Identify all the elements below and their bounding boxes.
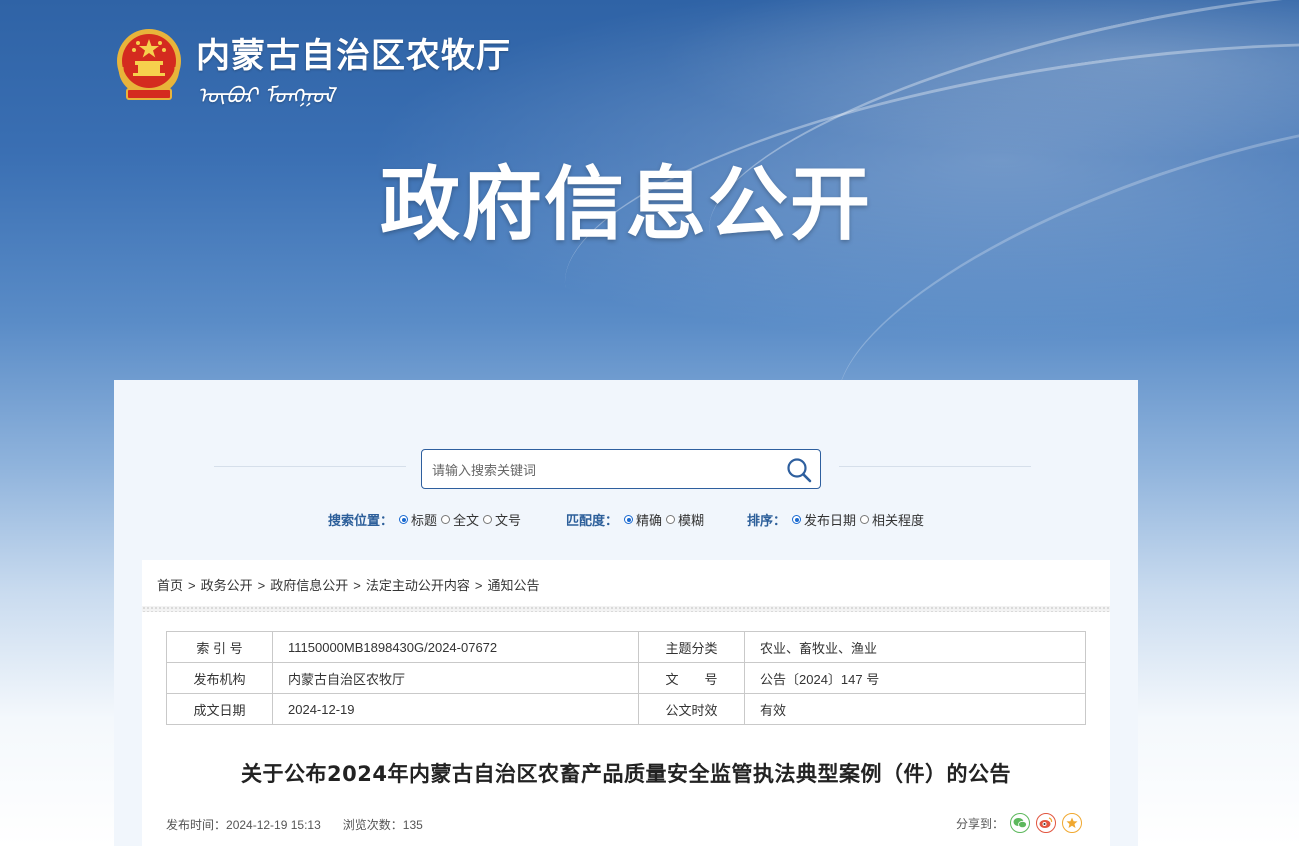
breadcrumb-separator: > xyxy=(257,578,266,593)
radio-match-fuzzy[interactable] xyxy=(666,515,676,524)
option-match-fuzzy[interactable]: 模糊 xyxy=(678,510,704,529)
option-match-exact[interactable]: 精确 xyxy=(636,510,662,529)
site-name-mongolian: ᠥᠪᠦᠷ ᠮᠣᠩᠭᠣᠯ xyxy=(197,84,335,109)
site-name[interactable]: 内蒙古自治区农牧厅 xyxy=(196,28,511,77)
publish-time: 2024-12-19 15:13 xyxy=(226,818,321,832)
search-options: 搜索位置： 标题 全文 文号 匹配度： 精确 模糊 排序： 发布日期 相关程度 xyxy=(0,510,1299,530)
metadata-table: 索 引 号 11150000MB1898430G/2024-07672 主题分类… xyxy=(166,631,1086,725)
dotted-divider xyxy=(142,606,1110,612)
meta-key-validity: 公文时效 xyxy=(638,693,745,725)
share-weibo-button[interactable] xyxy=(1036,813,1057,833)
table-row: 索 引 号 11150000MB1898430G/2024-07672 主题分类… xyxy=(166,631,1086,663)
meta-key-issuer: 发布机构 xyxy=(166,662,273,694)
star-icon xyxy=(1066,817,1078,828)
publish-info: 发布时间：2024-12-19 15:13 浏览次数：135 xyxy=(166,816,423,833)
breadcrumb-separator: > xyxy=(474,578,483,593)
option-sort-date[interactable]: 发布日期 xyxy=(804,510,856,529)
search-divider-right xyxy=(839,466,1031,467)
breadcrumb-separator: > xyxy=(188,578,196,593)
option-position-docno[interactable]: 文号 xyxy=(495,510,521,529)
breadcrumb-statutory[interactable]: 法定主动公开内容 xyxy=(366,578,470,593)
meta-key-date: 成文日期 xyxy=(166,693,273,725)
radio-sort-relevance[interactable] xyxy=(860,515,870,524)
search-divider-left xyxy=(214,466,406,467)
views-label: 浏览次数： xyxy=(342,818,403,832)
table-row: 发布机构 内蒙古自治区农牧厅 文 号 公告〔2024〕147 号 xyxy=(166,662,1086,694)
meta-key-docno: 文 号 xyxy=(638,662,745,694)
breadcrumb-notices[interactable]: 通知公告 xyxy=(487,578,539,593)
meta-value-docno: 公告〔2024〕147 号 xyxy=(744,662,1086,694)
meta-value-index: 11150000MB1898430G/2024-07672 xyxy=(272,631,639,663)
search-box xyxy=(421,449,821,489)
radio-position-fulltext[interactable] xyxy=(441,515,451,524)
share-favorite-button[interactable] xyxy=(1062,813,1083,833)
banner-title: 政府信息公开 xyxy=(380,158,872,251)
meta-value-issuer: 内蒙古自治区农牧厅 xyxy=(272,662,639,694)
radio-match-exact[interactable] xyxy=(624,515,634,524)
share-bar: 分享到： xyxy=(956,813,1083,833)
view-count: 135 xyxy=(402,818,423,832)
option-sort-relevance[interactable]: 相关程度 xyxy=(872,510,924,529)
breadcrumb-home[interactable]: 首页 xyxy=(157,578,183,593)
table-row: 成文日期 2024-12-19 公文时效 有效 xyxy=(166,693,1086,725)
share-wechat-button[interactable] xyxy=(1010,813,1031,833)
sort-label: 排序： xyxy=(747,513,787,528)
option-position-fulltext[interactable]: 全文 xyxy=(453,510,479,529)
breadcrumb-gov-affairs[interactable]: 政务公开 xyxy=(201,578,253,593)
meta-key-topic: 主题分类 xyxy=(638,631,745,663)
publish-time-label: 发布时间： xyxy=(166,818,227,832)
article-title: 关于公布2024年内蒙古自治区农畜产品质量安全监管执法典型案例（件）的公告 xyxy=(241,762,1011,786)
radio-position-title[interactable] xyxy=(399,515,409,524)
option-position-title[interactable]: 标题 xyxy=(411,510,437,529)
share-label: 分享到： xyxy=(956,816,1005,831)
match-group: 匹配度： 精确 模糊 xyxy=(566,510,706,529)
breadcrumb-gov-info[interactable]: 政府信息公开 xyxy=(270,578,348,593)
search-position-label: 搜索位置： xyxy=(328,513,394,528)
match-label: 匹配度： xyxy=(566,513,619,528)
national-emblem-icon xyxy=(117,29,181,100)
meta-value-date: 2024-12-19 xyxy=(272,693,639,725)
weibo-icon xyxy=(1039,817,1053,828)
search-icon[interactable] xyxy=(786,457,812,483)
meta-value-topic: 农业、畜牧业、渔业 xyxy=(744,631,1086,663)
radio-position-docno[interactable] xyxy=(483,515,493,524)
search-position-group: 搜索位置： 标题 全文 文号 xyxy=(328,510,523,529)
radio-sort-date[interactable] xyxy=(792,515,802,524)
wechat-icon xyxy=(1013,818,1027,829)
breadcrumb: 首页 > 政务公开 > 政府信息公开 > 法定主动公开内容 > 通知公告 xyxy=(157,575,539,594)
meta-key-index: 索 引 号 xyxy=(166,631,273,663)
sort-group: 排序： 发布日期 相关程度 xyxy=(747,510,926,529)
search-input[interactable] xyxy=(430,459,774,481)
meta-value-validity: 有效 xyxy=(744,693,1086,725)
breadcrumb-separator: > xyxy=(353,578,361,593)
